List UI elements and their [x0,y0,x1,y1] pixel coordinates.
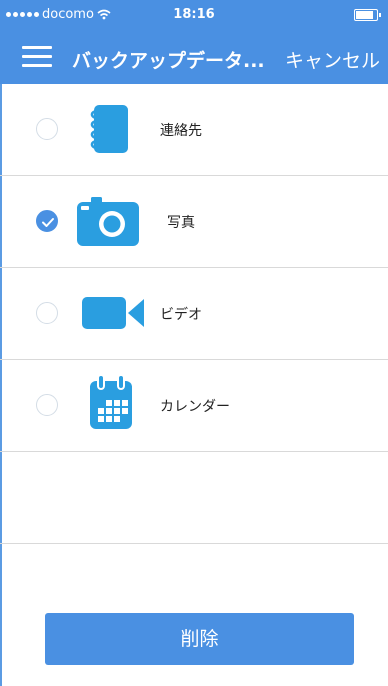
battery-icon [354,9,381,21]
page-title: バックアップデータ... [72,50,265,72]
status-time: 18:16 [173,7,215,22]
radio-button-video[interactable] [36,302,58,324]
hamburger-icon[interactable] [22,46,52,68]
list-item-photos[interactable]: 写真 [0,176,388,268]
item-label-contacts: 連絡先 [160,123,202,139]
radio-button-photos-checked[interactable] [36,210,58,232]
navigation-bar: バックアップデータ... キャンセル [0,30,388,84]
list-item-video[interactable]: ビデオ [0,268,388,360]
radio-button-calendar[interactable] [36,394,58,416]
list-item-contacts[interactable]: 連絡先 [0,84,388,176]
list-item-calendar[interactable]: カレンダー [0,360,388,452]
backup-data-list: 連絡先 写真 ビデオ カレンダー [0,84,388,544]
checkmark-icon [42,218,54,227]
top-bar: docomo 18:16 バックアップデータ... キャンセル [0,0,388,84]
radio-button-contacts[interactable] [36,118,58,140]
empty-row [0,452,388,544]
video-camera-icon [82,297,144,329]
contacts-notebook-icon [90,105,128,153]
item-label-calendar: カレンダー [160,399,230,415]
calendar-icon [90,374,132,429]
cancel-button[interactable]: キャンセル [285,46,380,73]
item-label-video: ビデオ [160,307,202,323]
delete-button[interactable]: 削除 [45,613,354,665]
battery-level-fill [356,11,373,19]
status-bar: docomo 18:16 [0,0,388,30]
camera-icon [77,197,139,246]
item-label-photos: 写真 [167,215,195,231]
